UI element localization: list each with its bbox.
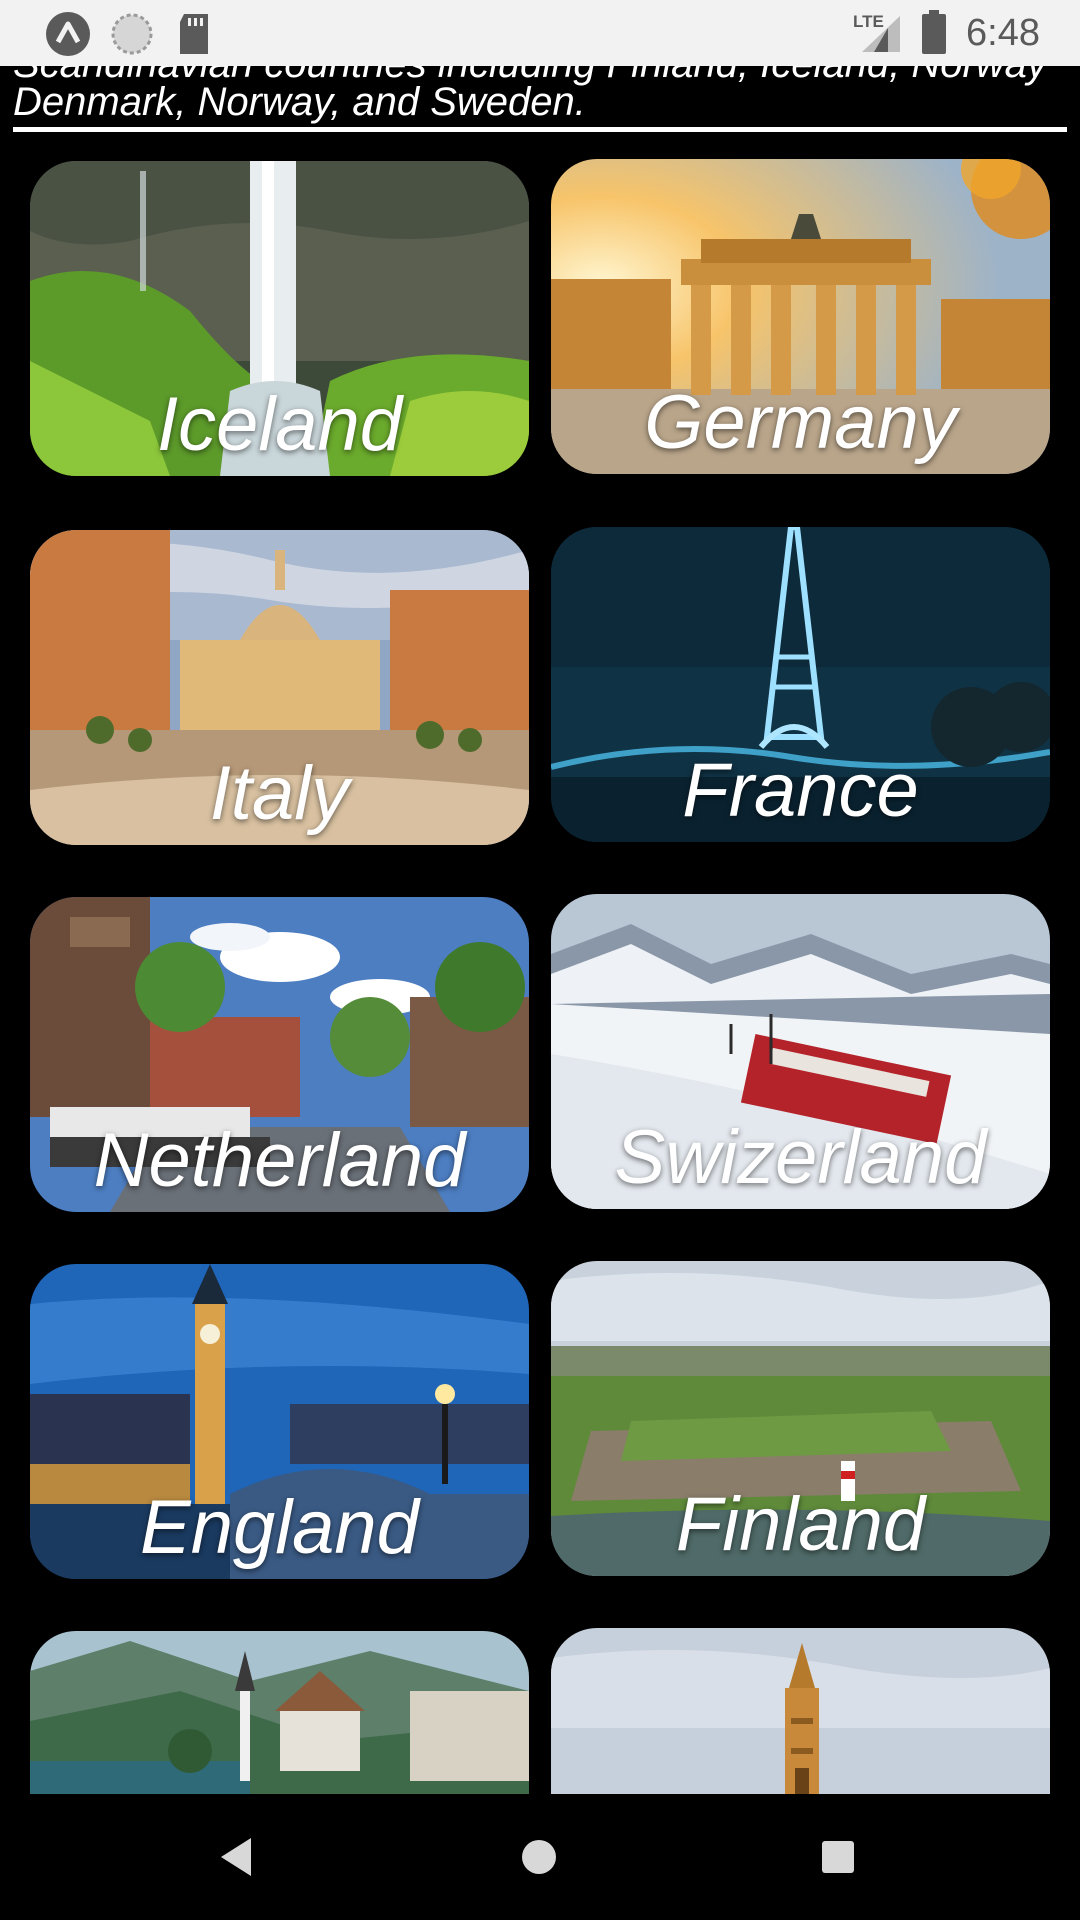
recents-icon[interactable] bbox=[805, 1824, 871, 1890]
description-line: Denmark, Norway, and Sweden. bbox=[13, 80, 586, 124]
cathedral-tower-image bbox=[551, 1628, 1050, 1794]
clock-time: 6:48 bbox=[966, 12, 1040, 54]
country-label-finland: Finland bbox=[675, 1482, 926, 1567]
country-label-germany: Germany bbox=[644, 380, 957, 465]
header-divider bbox=[13, 127, 1067, 132]
country-card-iceland[interactable]: Iceland bbox=[30, 161, 529, 476]
country-label-england: England bbox=[140, 1485, 419, 1570]
country-label-iceland: Iceland bbox=[156, 382, 403, 467]
country-card-italy[interactable]: Italy bbox=[30, 530, 529, 845]
country-grid[interactable]: Iceland Germany Italy France Netherland … bbox=[0, 150, 1080, 1794]
status-bar: LTE 6:48 bbox=[0, 0, 1080, 66]
lakeside-village-image bbox=[30, 1631, 529, 1794]
country-card-netherland[interactable]: Netherland bbox=[30, 897, 529, 1212]
home-icon[interactable] bbox=[506, 1824, 572, 1890]
country-card-finland[interactable]: Finland bbox=[551, 1261, 1050, 1576]
description-text: Scandinavian countries including Finland… bbox=[13, 66, 1063, 130]
country-card-england[interactable]: England bbox=[30, 1264, 529, 1579]
country-label-france: France bbox=[682, 748, 919, 833]
sd-card-icon bbox=[180, 14, 208, 54]
country-label-swizerland: Swizerland bbox=[614, 1115, 987, 1200]
country-card-france[interactable]: France bbox=[551, 527, 1050, 842]
country-label-netherland: Netherland bbox=[93, 1118, 466, 1203]
navigation-bar bbox=[0, 1794, 1080, 1920]
sync-circle-icon bbox=[111, 13, 153, 55]
country-label-italy: Italy bbox=[209, 751, 350, 836]
country-card-10[interactable] bbox=[551, 1628, 1050, 1794]
country-card-swizerland[interactable]: Swizerland bbox=[551, 894, 1050, 1209]
battery-icon bbox=[922, 10, 946, 54]
app-logo-icon bbox=[46, 12, 90, 56]
signal-icon bbox=[862, 16, 900, 52]
country-card-germany[interactable]: Germany bbox=[551, 159, 1050, 474]
country-card-9[interactable] bbox=[30, 1631, 529, 1794]
back-icon[interactable] bbox=[207, 1824, 273, 1890]
